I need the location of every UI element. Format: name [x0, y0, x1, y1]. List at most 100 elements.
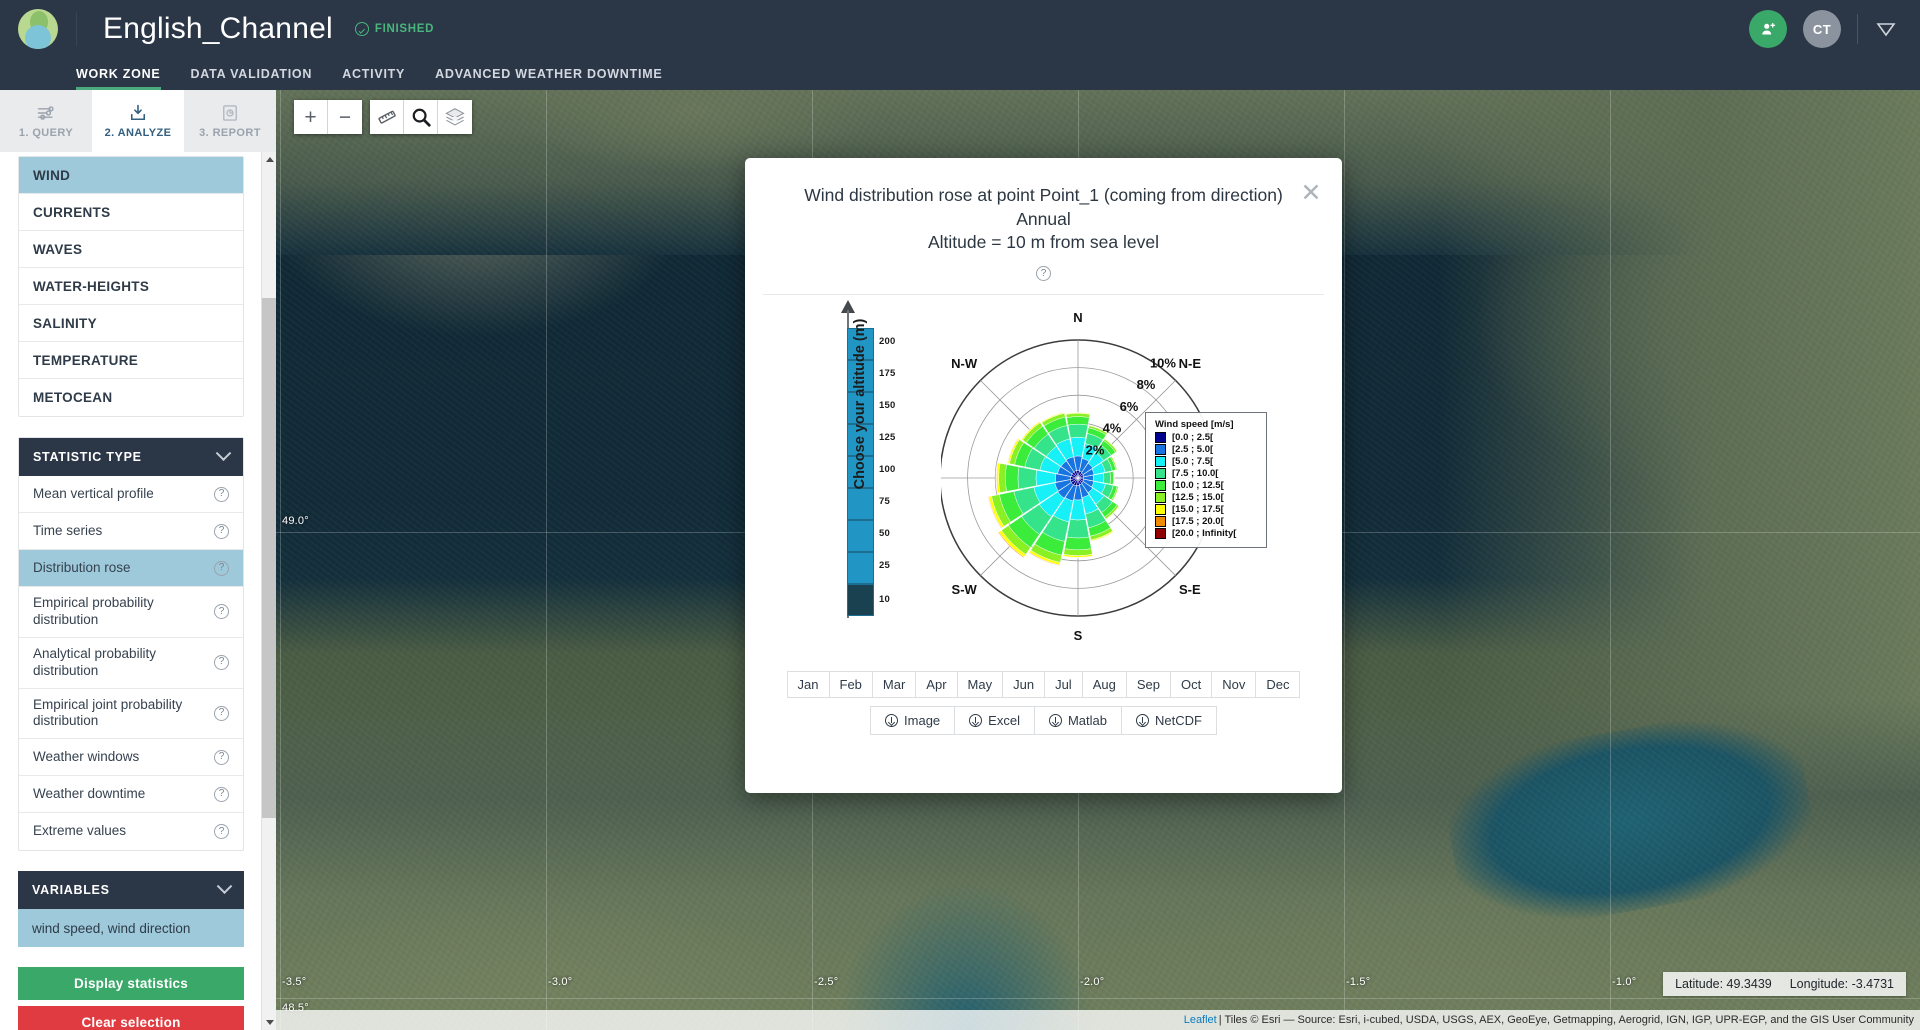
display-statistics-button[interactable]: Display statistics [18, 967, 244, 1000]
sidebar-item-currents[interactable]: CURRENTS [19, 194, 243, 231]
help-icon[interactable]: ? [214, 655, 229, 670]
legend-item: [5.0 ; 7.5[ [1155, 456, 1259, 467]
altitude-segment[interactable] [847, 552, 874, 584]
svg-text:6%: 6% [1120, 399, 1139, 414]
sidebar-item-empirical-joint-probability-distribution[interactable]: Empirical joint probability distribution… [19, 689, 243, 740]
step-tab-analyze-label: 2. ANALYZE [105, 127, 172, 139]
map-attribution: Leaflet | Tiles © Esri — Source: Esri, i… [276, 1010, 1920, 1030]
month-button-oct[interactable]: Oct [1170, 671, 1211, 698]
zoom-out-button[interactable]: − [328, 100, 362, 134]
sidebar-item-label: CURRENTS [33, 205, 110, 220]
export-excel-label: Excel [988, 713, 1020, 728]
variables-header[interactable]: VARIABLES [18, 871, 244, 909]
export-excel-button[interactable]: Excel [954, 706, 1034, 735]
sidebar-scrollbar-thumb[interactable] [262, 298, 277, 818]
help-icon[interactable]: ? [214, 787, 229, 802]
export-image-button[interactable]: Image [870, 706, 954, 735]
sidebar-item-waves[interactable]: WAVES [19, 231, 243, 268]
measure-button[interactable] [370, 100, 404, 134]
month-button-nov[interactable]: Nov [1211, 671, 1255, 698]
help-icon[interactable]: ? [1036, 266, 1051, 281]
map-gridline [280, 90, 281, 1030]
month-button-mar[interactable]: Mar [872, 671, 915, 698]
legend-item: [0.0 ; 2.5[ [1155, 432, 1259, 443]
caret-down-icon[interactable] [1874, 19, 1898, 39]
sidebar-scrollbar[interactable] [261, 152, 276, 1030]
nav-tab-advanced-weather-downtime[interactable]: ADVANCED WEATHER DOWNTIME [435, 67, 662, 90]
sidebar-item-salinity[interactable]: SALINITY [19, 305, 243, 342]
month-button-sep[interactable]: Sep [1126, 671, 1170, 698]
nav-tab-activity[interactable]: ACTIVITY [342, 67, 405, 90]
month-button-apr[interactable]: Apr [915, 671, 956, 698]
sidebar-item-label: Mean vertical profile [33, 486, 154, 503]
sidebar-item-weather-windows[interactable]: Weather windows ? [19, 739, 243, 776]
nav-tab-data-validation[interactable]: DATA VALIDATION [191, 67, 313, 90]
sidebar-item-time-series[interactable]: Time series ? [19, 513, 243, 550]
search-button[interactable] [404, 100, 438, 134]
help-icon[interactable]: ? [214, 487, 229, 502]
legend-item: [17.5 ; 20.0[ [1155, 516, 1259, 527]
report-icon [219, 103, 241, 123]
help-icon[interactable]: ? [214, 524, 229, 539]
leaflet-link[interactable]: Leaflet [1184, 1014, 1217, 1026]
sidebar-item-metocean[interactable]: METOCEAN [19, 379, 243, 416]
sidebar-item-distribution-rose[interactable]: Distribution rose ? [19, 550, 243, 587]
export-netcdf-button[interactable]: NetCDF [1121, 706, 1217, 735]
nav-tab-work-zone[interactable]: WORK ZONE [76, 67, 161, 90]
legend-label: [10.0 ; 12.5[ [1172, 480, 1224, 491]
step-tab-report-label: 3. REPORT [199, 127, 261, 139]
sidebar-item-extreme-values[interactable]: Extreme values ? [19, 813, 243, 850]
sliders-icon [35, 103, 57, 123]
map-grid-label: -3.5° [282, 976, 306, 988]
help-icon[interactable]: ? [214, 561, 229, 576]
sidebar-item-analytical-probability-distribution[interactable]: Analytical probability distribution ? [19, 638, 243, 689]
add-user-button[interactable] [1749, 10, 1787, 48]
variables-selected-item[interactable]: wind speed, wind direction [18, 909, 244, 947]
sidebar-item-wind[interactable]: WIND [19, 157, 243, 194]
scroll-up-icon[interactable] [262, 152, 277, 167]
clear-selection-button[interactable]: Clear selection [18, 1006, 244, 1030]
month-button-aug[interactable]: Aug [1082, 671, 1126, 698]
chart-area: 200 175 150 125 100 75 50 25 10 Choose y… [745, 295, 1342, 667]
sidebar-item-empirical-probability-distribution[interactable]: Empirical probability distribution ? [19, 587, 243, 638]
sidebar-item-mean-vertical-profile[interactable]: Mean vertical profile ? [19, 476, 243, 513]
export-matlab-button[interactable]: Matlab [1034, 706, 1121, 735]
sidebar-item-label: Time series [33, 523, 102, 540]
statistic-type-header[interactable]: STATISTIC TYPE [19, 438, 243, 476]
help-icon[interactable]: ? [214, 706, 229, 721]
chevron-down-icon[interactable] [216, 445, 232, 461]
altitude-segment[interactable] [847, 520, 874, 552]
sidebar-item-temperature[interactable]: TEMPERATURE [19, 342, 243, 379]
variables-selected-label: wind speed, wind direction [32, 921, 190, 936]
close-icon[interactable]: ✕ [1298, 180, 1324, 206]
sidebar-item-weather-downtime[interactable]: Weather downtime ? [19, 776, 243, 813]
help-icon[interactable]: ? [214, 750, 229, 765]
help-icon[interactable]: ? [214, 604, 229, 619]
avatar[interactable]: CT [1803, 10, 1841, 48]
legend-item: [20.0 ; Infinity[ [1155, 528, 1259, 539]
scroll-down-icon[interactable] [262, 1015, 277, 1030]
month-button-may[interactable]: May [957, 671, 1003, 698]
map-grid-label: -2.0° [1080, 976, 1104, 988]
chevron-down-icon[interactable] [217, 878, 233, 894]
step-tab-query[interactable]: 1. QUERY [0, 90, 92, 152]
legend-label: [20.0 ; Infinity[ [1172, 528, 1236, 539]
help-icon[interactable]: ? [214, 824, 229, 839]
month-button-jun[interactable]: Jun [1002, 671, 1044, 698]
step-tab-analyze[interactable]: 2. ANALYZE [92, 90, 184, 152]
layers-button[interactable] [438, 100, 472, 134]
export-matlab-label: Matlab [1068, 713, 1107, 728]
step-tab-report[interactable]: 3. REPORT [184, 90, 276, 152]
dataset-list: WIND CURRENTS WAVES WATER-HEIGHTS SALINI… [18, 156, 244, 417]
altitude-segment-selected[interactable] [847, 584, 874, 616]
sidebar-item-water-heights[interactable]: WATER-HEIGHTS [19, 268, 243, 305]
altitude-selector[interactable]: 200 175 150 125 100 75 50 25 10 Choose y… [825, 310, 945, 660]
month-button-jan[interactable]: Jan [787, 671, 829, 698]
zoom-in-button[interactable]: + [294, 100, 328, 134]
svg-text:S: S [1074, 628, 1083, 643]
app-logo[interactable] [0, 9, 76, 49]
month-button-jul[interactable]: Jul [1044, 671, 1082, 698]
map-grid-label: -3.0° [548, 976, 572, 988]
month-button-dec[interactable]: Dec [1255, 671, 1300, 698]
month-button-feb[interactable]: Feb [829, 671, 872, 698]
